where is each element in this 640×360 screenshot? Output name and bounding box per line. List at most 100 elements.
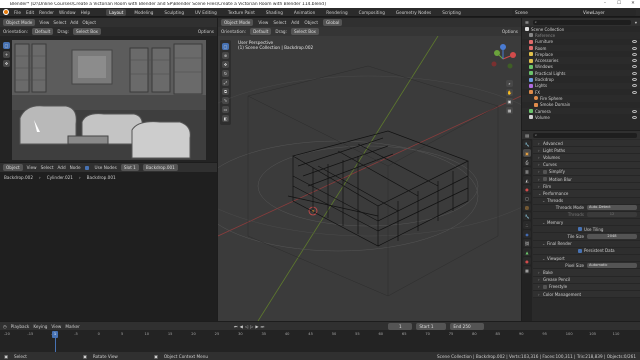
pixel-size-dropdown[interactable]: Automatic (587, 262, 637, 268)
next-key-icon[interactable]: ▶ (255, 324, 258, 329)
menu-render[interactable]: Render (39, 10, 54, 15)
panel-film[interactable]: › Film (533, 183, 640, 191)
select-tool-icon[interactable]: ▢ (3, 42, 10, 49)
menu-file[interactable]: File (14, 10, 21, 15)
subpanel-final-render[interactable]: ⌄ Final Render (533, 240, 640, 248)
motion-blur-checkbox[interactable] (543, 177, 547, 182)
breadcrumb-item[interactable]: Cylinder.021 (47, 175, 73, 180)
pan-hand-icon[interactable]: ✋ (506, 89, 513, 96)
blender-logo-icon[interactable] (3, 9, 9, 15)
threads-mode-dropdown[interactable]: Auto-Detect (587, 205, 637, 211)
panel-grease-pencil[interactable]: › Grease Pencil (533, 276, 640, 284)
orientation-dropdown[interactable]: Default (32, 28, 54, 35)
texture-tab-icon[interactable]: ▦ (523, 266, 531, 274)
minimize-button[interactable]: – (598, 0, 612, 8)
particles-tab-icon[interactable]: ∴ (523, 221, 531, 229)
timeline-ruler[interactable]: -20-15-10-505101520253035404550556065707… (4, 331, 636, 339)
tool-tab-icon[interactable]: 🔧 (523, 140, 531, 148)
menu-keying[interactable]: Keying (33, 324, 47, 329)
panel-advanced[interactable]: › Advanced (533, 140, 640, 148)
collection-tab-icon[interactable]: ▢ (523, 194, 531, 202)
freestyle-checkbox[interactable] (543, 284, 547, 289)
outliner-display-icon[interactable]: ☰ (525, 20, 529, 25)
tab-uv-editing[interactable]: UV Editing (192, 9, 220, 16)
options-button[interactable]: Options (198, 29, 214, 34)
slot-dropdown[interactable]: Slot 1 (120, 164, 139, 171)
properties-search-input[interactable]: ⌕ (532, 132, 637, 138)
data-tab-icon[interactable]: ▲ (523, 248, 531, 256)
tab-compositing[interactable]: Compositing (356, 9, 388, 16)
simplify-checkbox[interactable] (543, 169, 547, 174)
visibility-eye-icon[interactable] (632, 65, 637, 69)
prev-key-icon[interactable]: ◀ (240, 324, 243, 329)
view-layer-tab-icon[interactable]: ▥ (523, 167, 531, 175)
panel-color-management[interactable]: › Color Management (533, 290, 640, 299)
subpanel-threads[interactable]: ⌄ Threads (533, 197, 640, 205)
visibility-eye-icon[interactable] (632, 46, 637, 50)
object-tab-icon[interactable]: ▧ (523, 203, 531, 211)
visibility-eye-icon[interactable] (632, 71, 637, 75)
visibility-eye-icon[interactable] (632, 40, 637, 44)
output-tab-icon[interactable]: ⎙ (523, 158, 531, 166)
panel-performance[interactable]: ⌄ Performance (533, 190, 640, 198)
object-mode-dropdown[interactable]: Object Mode (221, 19, 254, 26)
menu-window[interactable]: Window (59, 10, 76, 15)
menu-object[interactable]: Object (304, 20, 318, 25)
tab-layout[interactable]: Layout (106, 8, 127, 16)
visibility-eye-icon[interactable] (632, 90, 637, 94)
visibility-eye-icon[interactable] (632, 84, 637, 88)
visibility-eye-icon[interactable] (632, 78, 637, 82)
threads-count-field[interactable]: 12 (587, 212, 637, 218)
panel-motion-blur[interactable]: › Motion Blur (533, 175, 640, 184)
jump-end-icon[interactable]: ⏭ (261, 324, 265, 329)
orientation-dropdown[interactable]: Default (250, 28, 272, 35)
visibility-eye-icon[interactable] (632, 115, 637, 119)
navigation-gizmo[interactable] (488, 44, 518, 74)
menu-help[interactable]: Help (81, 10, 91, 15)
tab-scripting[interactable]: Scripting (439, 9, 464, 16)
modifier-tab-icon[interactable]: 🔧 (523, 212, 531, 220)
menu-add[interactable]: Add (58, 165, 66, 170)
tab-animation[interactable]: Animation (291, 9, 318, 16)
close-button[interactable]: ✕ (626, 0, 640, 8)
menu-view[interactable]: View (39, 20, 49, 25)
maximize-button[interactable]: ☐ (612, 0, 626, 8)
breadcrumb-item[interactable]: Backdrop.001 (87, 175, 116, 180)
world-tab-icon[interactable]: ● (523, 185, 531, 193)
menu-select[interactable]: Select (41, 165, 54, 170)
editor-type-dropdown[interactable]: Object (3, 164, 23, 171)
play-reverse-icon[interactable]: ◁ (245, 324, 248, 329)
drag-dropdown[interactable]: Select Box (72, 28, 102, 35)
jump-start-icon[interactable]: ⏮ (234, 324, 238, 329)
start-frame-field[interactable]: Start 1 (416, 322, 447, 330)
menu-view[interactable]: View (27, 165, 37, 170)
drag-dropdown[interactable]: Select Box (290, 28, 320, 35)
scene-selector[interactable]: Scene (512, 9, 560, 16)
3d-viewport[interactable]: Object Mode View Select Add Object Globa… (218, 18, 521, 321)
current-frame-field[interactable]: 1 (388, 322, 413, 330)
tab-geometry-nodes[interactable]: Geometry Nodes (393, 9, 434, 16)
playhead[interactable]: 1 (52, 331, 58, 338)
tab-texture-paint[interactable]: Texture Paint (225, 9, 258, 16)
persistent-data-checkbox[interactable] (578, 248, 582, 253)
constraints-tab-icon[interactable]: ⛓ (523, 239, 531, 247)
panel-bake[interactable]: › Bake (533, 269, 640, 277)
view-layer-selector[interactable]: ViewLayer (580, 9, 636, 16)
mode-dropdown[interactable]: Object Mode (3, 19, 36, 26)
subpanel-memory[interactable]: ⌄ Memory (533, 219, 640, 227)
material-selector[interactable]: Backdrop.001 (142, 164, 178, 171)
render-tab-icon[interactable]: ▣ (523, 149, 531, 157)
grid-icon[interactable]: ▦ (506, 107, 513, 114)
camera-view-icon[interactable]: ▣ (506, 98, 513, 105)
menu-edit[interactable]: Edit (26, 10, 34, 15)
menu-select[interactable]: Select (53, 20, 66, 25)
panel-light-paths[interactable]: › Light Paths (533, 147, 640, 155)
use-tiling-checkbox[interactable] (578, 227, 582, 232)
panel-freestyle[interactable]: › Freestyle (533, 283, 640, 291)
subpanel-viewport[interactable]: ⌄ Viewport (533, 255, 640, 263)
zoom-icon[interactable]: ⌕ (506, 80, 513, 87)
panel-curves[interactable]: › Curves (533, 161, 640, 169)
breadcrumb-item[interactable]: Backdrop.002 (4, 175, 33, 180)
menu-playback[interactable]: Playback (11, 324, 30, 329)
outliner-item[interactable]: Volume (522, 114, 640, 120)
